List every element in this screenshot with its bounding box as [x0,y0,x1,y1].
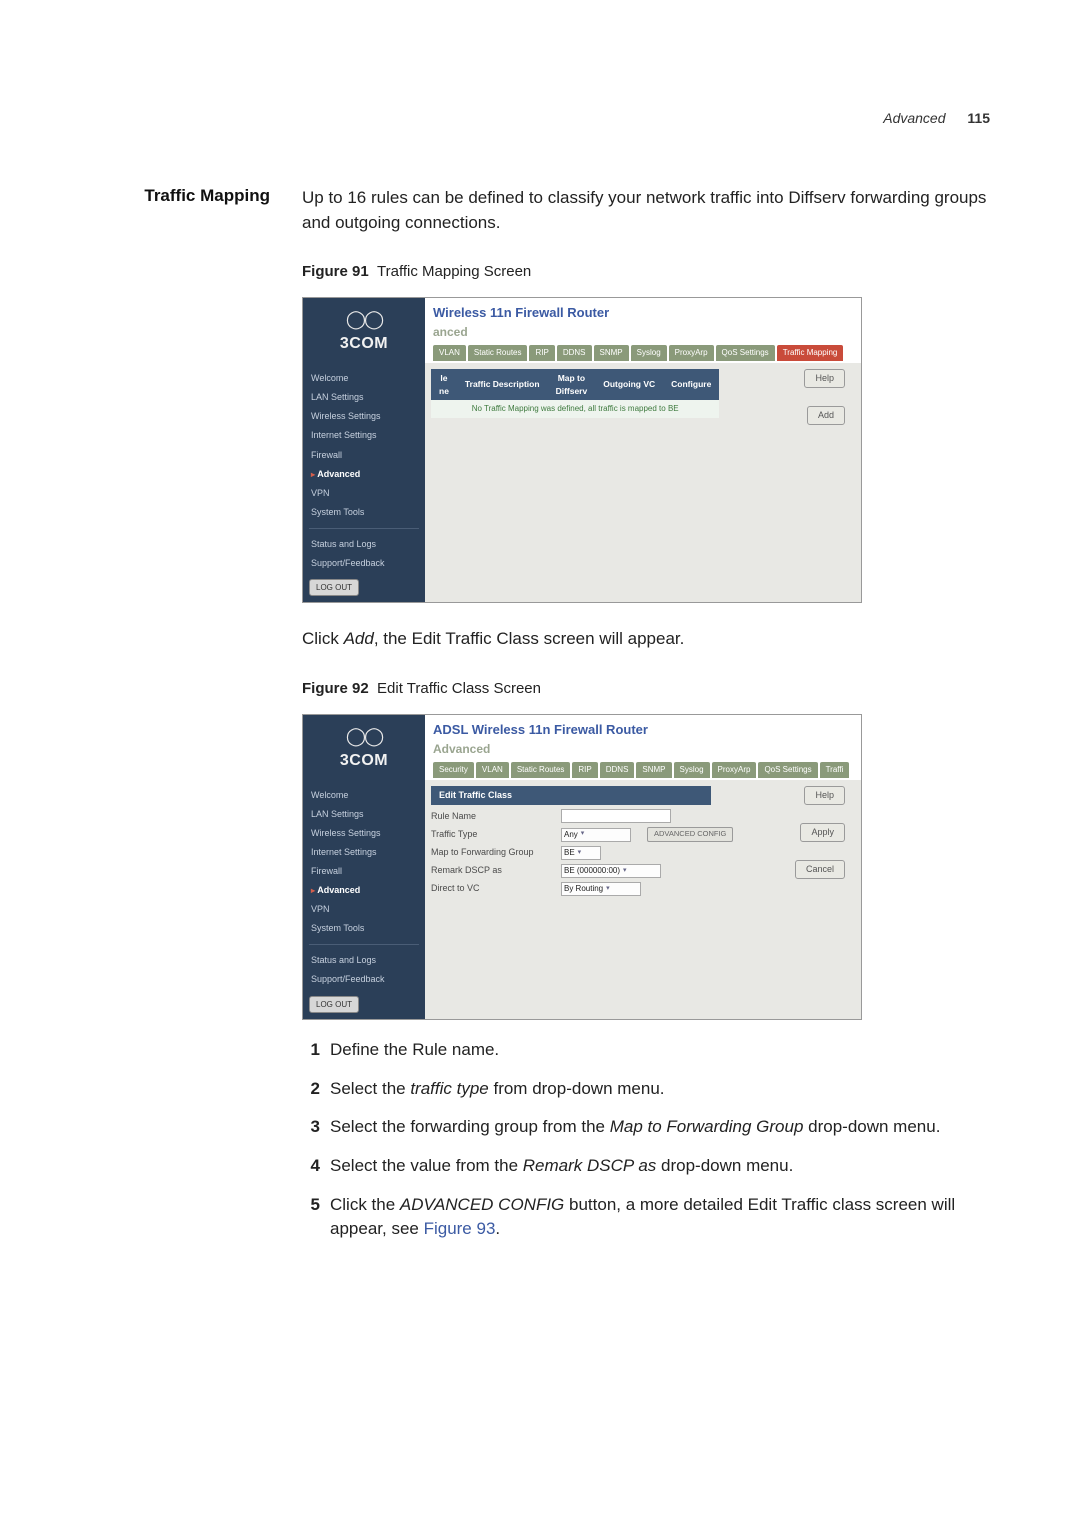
logo-rings-icon: ◯◯ [346,306,382,332]
logout-button[interactable]: LOG OUT [309,996,359,1014]
sidebar-item-welcome[interactable]: Welcome [309,369,419,388]
th-outgoing-vc: Outgoing VC [595,369,663,400]
sidebar-item-welcome[interactable]: Welcome [309,786,419,805]
router-title: Wireless 11n Firewall Router [433,304,853,323]
traffic-mapping-table: le ne Traffic Description Map to Diffser… [431,369,719,417]
router-subtitle: Advanced [433,741,853,758]
sidebar-item-support[interactable]: Support/Feedback [309,554,419,573]
intro-paragraph: Up to 16 rules can be defined to classif… [302,186,990,235]
tab-rip[interactable]: RIP [529,345,554,361]
sidebar-item-lan[interactable]: LAN Settings [309,805,419,824]
figure93-link[interactable]: Figure 93 [424,1219,496,1238]
tab-vlan[interactable]: VLAN [476,762,509,778]
th-configure: Configure [663,369,719,400]
tab-traffic-mapping[interactable]: Traffic Mapping [777,345,844,361]
brand-logo: ◯◯ 3COM [303,715,425,780]
tab-qos-settings[interactable]: QoS Settings [716,345,775,361]
step-3: 3 Select the forwarding group from the M… [302,1115,990,1140]
advanced-config-button[interactable]: ADVANCED CONFIG [647,827,733,842]
router-title: ADSL Wireless 11n Firewall Router [433,721,853,740]
logout-button[interactable]: LOG OUT [309,579,359,597]
tab-ddns[interactable]: DDNS [600,762,635,778]
sidebar-item-advanced[interactable]: Advanced [309,881,419,900]
section-heading: Traffic Mapping [90,186,270,1256]
sidebar-item-internet[interactable]: Internet Settings [309,426,419,445]
fig91-tabs: VLAN Static Routes RIP DDNS SNMP Syslog … [433,345,853,361]
tab-syslog[interactable]: Syslog [631,345,667,361]
fig92-tabs: Security VLAN Static Routes RIP DDNS SNM… [433,762,853,778]
tab-security[interactable]: Security [433,762,474,778]
figure91-screenshot: ◯◯ 3COM Wireless 11n Firewall Router anc… [302,297,862,603]
sidebar-item-status[interactable]: Status and Logs [309,535,419,554]
label-remark-dscp: Remark DSCP as [431,864,551,877]
after-fig91-text: Click Add, the Edit Traffic Class screen… [302,627,990,652]
th-traffic-description: Traffic Description [457,369,548,400]
logo-text: 3COM [340,749,388,772]
no-mapping-message: No Traffic Mapping was defined, all traf… [431,400,719,418]
figure91-caption: Figure 91 Traffic Mapping Screen [302,261,990,283]
tab-snmp[interactable]: SNMP [594,345,629,361]
sidebar-item-vpn[interactable]: VPN [309,900,419,919]
logo-rings-icon: ◯◯ [346,723,382,749]
sidebar-item-status[interactable]: Status and Logs [309,951,419,970]
label-traffic-type: Traffic Type [431,828,551,841]
brand-logo: ◯◯ 3COM [303,298,425,363]
add-button[interactable]: Add [807,406,845,425]
sidebar-item-vpn[interactable]: VPN [309,484,419,503]
apply-button[interactable]: Apply [800,823,845,842]
figure92-screenshot: ◯◯ 3COM ADSL Wireless 11n Firewall Route… [302,714,862,1020]
sidebar-item-advanced[interactable]: Advanced [309,465,419,484]
page-number: 115 [967,110,990,126]
fig91-sidebar: Welcome LAN Settings Wireless Settings I… [303,363,425,602]
header-section: Advanced [883,110,945,126]
step-1: 1 Define the Rule name. [302,1038,990,1063]
remark-dscp-select[interactable]: BE (000000:00) [561,864,661,878]
tab-syslog[interactable]: Syslog [674,762,710,778]
sidebar-item-wireless[interactable]: Wireless Settings [309,407,419,426]
fig92-sidebar: Welcome LAN Settings Wireless Settings I… [303,780,425,1019]
sidebar-item-system-tools[interactable]: System Tools [309,503,419,522]
sidebar-item-wireless[interactable]: Wireless Settings [309,824,419,843]
logo-text: 3COM [340,332,388,355]
help-button[interactable]: Help [804,786,845,805]
tab-proxyarp[interactable]: ProxyArp [712,762,757,778]
tab-qos-settings[interactable]: QoS Settings [758,762,817,778]
sidebar-item-support[interactable]: Support/Feedback [309,970,419,989]
step-5: 5 Click the ADVANCED CONFIG button, a mo… [302,1193,990,1242]
edit-traffic-class-header: Edit Traffic Class [431,786,711,805]
tab-snmp[interactable]: SNMP [636,762,671,778]
label-direct-to-vc: Direct to VC [431,882,551,895]
tab-ddns[interactable]: DDNS [557,345,592,361]
direct-to-vc-select[interactable]: By Routing [561,882,641,896]
th-rulene: le ne [431,369,457,400]
step-4: 4 Select the value from the Remark DSCP … [302,1154,990,1179]
step-2: 2 Select the traffic type from drop-down… [302,1077,990,1102]
tab-static-routes[interactable]: Static Routes [511,762,571,778]
sidebar-item-internet[interactable]: Internet Settings [309,843,419,862]
sidebar-item-system-tools[interactable]: System Tools [309,919,419,938]
cancel-button[interactable]: Cancel [795,860,845,879]
th-map-diffserv: Map to Diffserv [548,369,596,400]
figure92-caption: Figure 92 Edit Traffic Class Screen [302,678,990,700]
sidebar-item-lan[interactable]: LAN Settings [309,388,419,407]
map-forwarding-select[interactable]: BE [561,846,601,860]
router-subtitle: anced [433,324,853,341]
tab-proxyarp[interactable]: ProxyArp [669,345,714,361]
running-header: Advanced 115 [90,110,990,126]
tab-traffi[interactable]: Traffi [820,762,850,778]
tab-static-routes[interactable]: Static Routes [468,345,528,361]
label-map-forwarding: Map to Forwarding Group [431,846,551,859]
rule-name-input[interactable] [561,809,671,823]
help-button[interactable]: Help [804,369,845,388]
traffic-type-select[interactable]: Any [561,828,631,842]
sidebar-item-firewall[interactable]: Firewall [309,862,419,881]
tab-vlan[interactable]: VLAN [433,345,466,361]
sidebar-item-firewall[interactable]: Firewall [309,446,419,465]
tab-rip[interactable]: RIP [572,762,597,778]
steps-list: 1 Define the Rule name. 2 Select the tra… [302,1038,990,1242]
label-rule-name: Rule Name [431,810,551,823]
